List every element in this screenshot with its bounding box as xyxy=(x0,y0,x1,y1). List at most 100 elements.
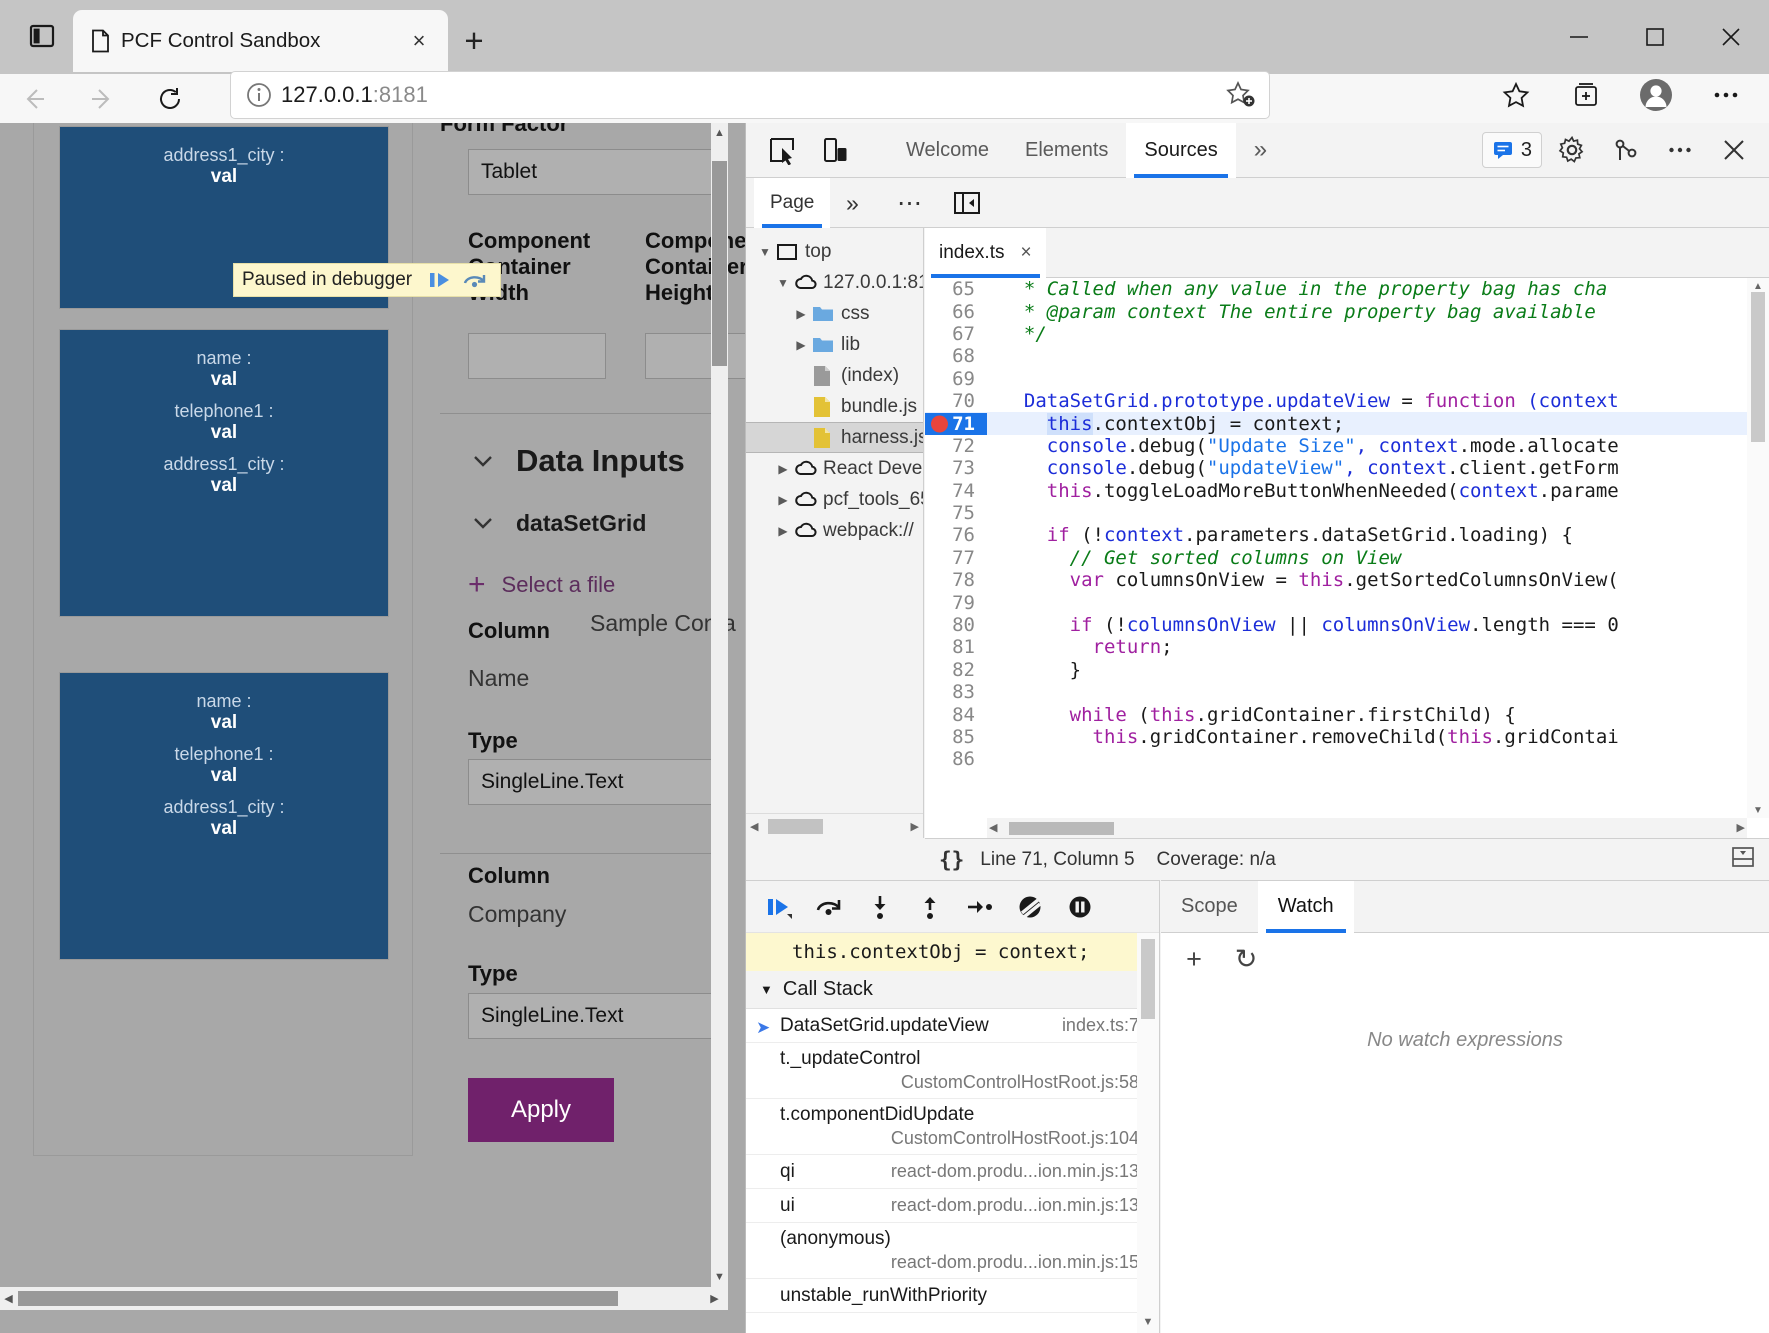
editor-hscroll-thumb[interactable] xyxy=(1009,822,1114,835)
navigator-more-options-icon[interactable]: ⋯ xyxy=(881,178,940,228)
deactivate-breakpoints-button[interactable] xyxy=(1006,885,1054,929)
line-number[interactable]: 76 xyxy=(925,524,987,546)
tree-item-react-devel[interactable]: ▶React Devel xyxy=(746,453,923,484)
nav-scroll-left-icon[interactable]: ◀ xyxy=(750,820,758,833)
issues-badge[interactable]: 3 xyxy=(1482,132,1542,168)
twisty-expanded-icon[interactable]: ▼ xyxy=(772,272,794,294)
pretty-print-icon[interactable]: {} xyxy=(939,848,964,872)
twisty-collapsed-icon[interactable]: ▶ xyxy=(790,303,812,325)
line-number[interactable]: 81 xyxy=(925,636,987,658)
breakpoint-dot-icon[interactable] xyxy=(931,415,948,432)
tab-actions-icon[interactable] xyxy=(22,16,62,56)
browser-settings-more-icon[interactable] xyxy=(1691,71,1761,119)
toggle-navigator-icon[interactable] xyxy=(936,178,998,228)
address-bar[interactable]: 127.0.0.1:8181 xyxy=(230,71,1270,119)
code-line[interactable]: 73 console.debug("updateView", context.c… xyxy=(925,457,1769,479)
code-line[interactable]: 80 if (!columnsOnView || columnsOnView.l… xyxy=(925,614,1769,636)
record-tile[interactable]: name : val telephone1 : val address1_cit… xyxy=(59,672,389,960)
line-number[interactable]: 65 xyxy=(925,278,987,300)
code-line[interactable]: 85 this.gridContainer.removeChild(this.g… xyxy=(925,726,1769,748)
tree-item-harness-js[interactable]: harness.js xyxy=(746,422,923,453)
line-number[interactable]: 86 xyxy=(925,748,987,770)
scroll-left-icon[interactable]: ◀ xyxy=(0,1288,17,1308)
editor-scroll-left-icon[interactable]: ◀ xyxy=(989,821,997,834)
code-line[interactable]: 77 // Get sorted columns on View xyxy=(925,547,1769,569)
line-number[interactable]: 82 xyxy=(925,659,987,681)
line-number[interactable]: 84 xyxy=(925,704,987,726)
banner-resume-icon[interactable] xyxy=(424,265,458,295)
code-line[interactable]: 69 xyxy=(925,368,1769,390)
call-stack-header[interactable]: ▼ Call Stack xyxy=(746,971,1159,1009)
code-line[interactable]: 81 return; xyxy=(925,636,1769,658)
line-number[interactable]: 80 xyxy=(925,614,987,636)
call-stack-row[interactable]: t._updateControlCustomControlHostRoot.js… xyxy=(746,1043,1159,1099)
page-horizontal-scrollbar[interactable]: ◀ ▶ xyxy=(0,1287,728,1310)
tree-item-bundle-js[interactable]: bundle.js xyxy=(746,391,923,422)
call-stack-row[interactable]: (anonymous)react-dom.produ...ion.min.js:… xyxy=(746,1223,1159,1279)
editor-vertical-scrollbar[interactable]: ▲ ▼ xyxy=(1747,278,1769,818)
tree-item-top[interactable]: ▼top xyxy=(746,236,923,267)
tree-item--index-[interactable]: (index) xyxy=(746,360,923,391)
line-number[interactable]: 68 xyxy=(925,345,987,367)
call-stack-row[interactable]: unstable_runWithPriority xyxy=(746,1279,1159,1313)
call-stack-row[interactable]: uireact-dom.produ...ion.min.js:133 xyxy=(746,1189,1159,1223)
line-number[interactable]: 77 xyxy=(925,547,987,569)
devtools-customize-icon[interactable] xyxy=(1602,126,1650,174)
tree-item-webpack-[interactable]: ▶webpack:// xyxy=(746,515,923,546)
profile-avatar-icon[interactable] xyxy=(1621,71,1691,119)
tree-item-lib[interactable]: ▶lib xyxy=(746,329,923,360)
navigator-hscrollbar[interactable]: ◀ ▶ xyxy=(746,813,924,838)
devtools-tab-welcome[interactable]: Welcome xyxy=(888,123,1007,178)
tab-watch[interactable]: Watch xyxy=(1258,881,1354,933)
code-line[interactable]: 68 xyxy=(925,345,1769,367)
editor-horizontal-scrollbar[interactable]: ◀ ▶ xyxy=(987,818,1747,838)
devtools-more-tabs-icon[interactable]: » xyxy=(1236,123,1285,178)
navigator-tab-page[interactable]: Page xyxy=(754,178,830,228)
code-line-breakpoint[interactable]: 71 this.contextObj = context; xyxy=(925,412,1769,434)
scroll-right-icon[interactable]: ▶ xyxy=(706,1288,723,1308)
code-line[interactable]: 65 * Called when any value in the proper… xyxy=(925,278,1769,300)
call-stack-row[interactable]: t.componentDidUpdateCustomControlHostRoo… xyxy=(746,1099,1159,1155)
collections-icon[interactable] xyxy=(1551,71,1621,119)
select-file-button[interactable]: + Select a file xyxy=(468,568,745,602)
code-line[interactable]: 79 xyxy=(925,591,1769,613)
code-line[interactable]: 72 console.debug("Update Size", context.… xyxy=(925,435,1769,457)
apply-button[interactable]: Apply xyxy=(468,1078,614,1142)
maximize-icon[interactable] xyxy=(1617,0,1693,74)
browser-tab[interactable]: PCF Control Sandbox × xyxy=(73,10,448,72)
line-number[interactable]: 75 xyxy=(925,502,987,524)
device-toolbar-icon[interactable] xyxy=(812,126,860,174)
code-line[interactable]: 74 this.toggleLoadMoreButtonWhenNeeded(c… xyxy=(925,480,1769,502)
call-stack-row[interactable]: ➤DataSetGrid.updateViewindex.ts:71 xyxy=(746,1009,1159,1043)
tab-close-icon[interactable]: × xyxy=(404,26,434,56)
twisty-collapsed-icon[interactable]: ▶ xyxy=(772,489,794,511)
tree-item-pcf-tools-65[interactable]: ▶pcf_tools_65 xyxy=(746,484,923,515)
line-number[interactable]: 72 xyxy=(925,435,987,457)
twisty-expanded-icon[interactable]: ▼ xyxy=(754,241,776,263)
type-value-1[interactable]: SingleLine.Text xyxy=(468,759,718,805)
line-number[interactable]: 74 xyxy=(925,480,987,502)
dataset-grid-section-header[interactable]: dataSetGrid xyxy=(468,508,745,538)
add-watch-expression-button[interactable]: + xyxy=(1175,940,1213,978)
code-line[interactable]: 86 xyxy=(925,748,1769,770)
code-lines[interactable]: 65 * Called when any value in the proper… xyxy=(925,278,1769,838)
devtools-settings-gear-icon[interactable] xyxy=(1548,126,1596,174)
navigator-more-tabs-icon[interactable]: » xyxy=(830,178,875,228)
show-drawer-icon[interactable] xyxy=(1731,846,1769,874)
tree-item-css[interactable]: ▶css xyxy=(746,298,923,329)
code-line[interactable]: 83 xyxy=(925,681,1769,703)
code-line[interactable]: 75 xyxy=(925,502,1769,524)
step-out-button[interactable] xyxy=(906,885,954,929)
line-number[interactable]: 71 xyxy=(925,413,987,435)
twisty-collapsed-icon[interactable]: ▶ xyxy=(772,520,794,542)
code-line[interactable]: 70 DataSetGrid.prototype.updateView = fu… xyxy=(925,390,1769,412)
code-line[interactable]: 78 var columnsOnView = this.getSortedCol… xyxy=(925,569,1769,591)
editor-tab-close-icon[interactable]: × xyxy=(1020,242,1031,264)
page-vertical-scrollbar[interactable]: ▲ ▼ xyxy=(711,123,728,1310)
nav-hscroll-thumb[interactable] xyxy=(768,819,823,834)
call-stack-row[interactable]: qireact-dom.produ...ion.min.js:130 xyxy=(746,1155,1159,1189)
debugger-scroll-down-icon[interactable]: ▼ xyxy=(1137,1311,1159,1333)
devtools-tab-elements[interactable]: Elements xyxy=(1007,123,1126,178)
editor-scroll-right-icon[interactable]: ▶ xyxy=(1737,821,1745,834)
site-info-icon[interactable] xyxy=(243,79,275,111)
